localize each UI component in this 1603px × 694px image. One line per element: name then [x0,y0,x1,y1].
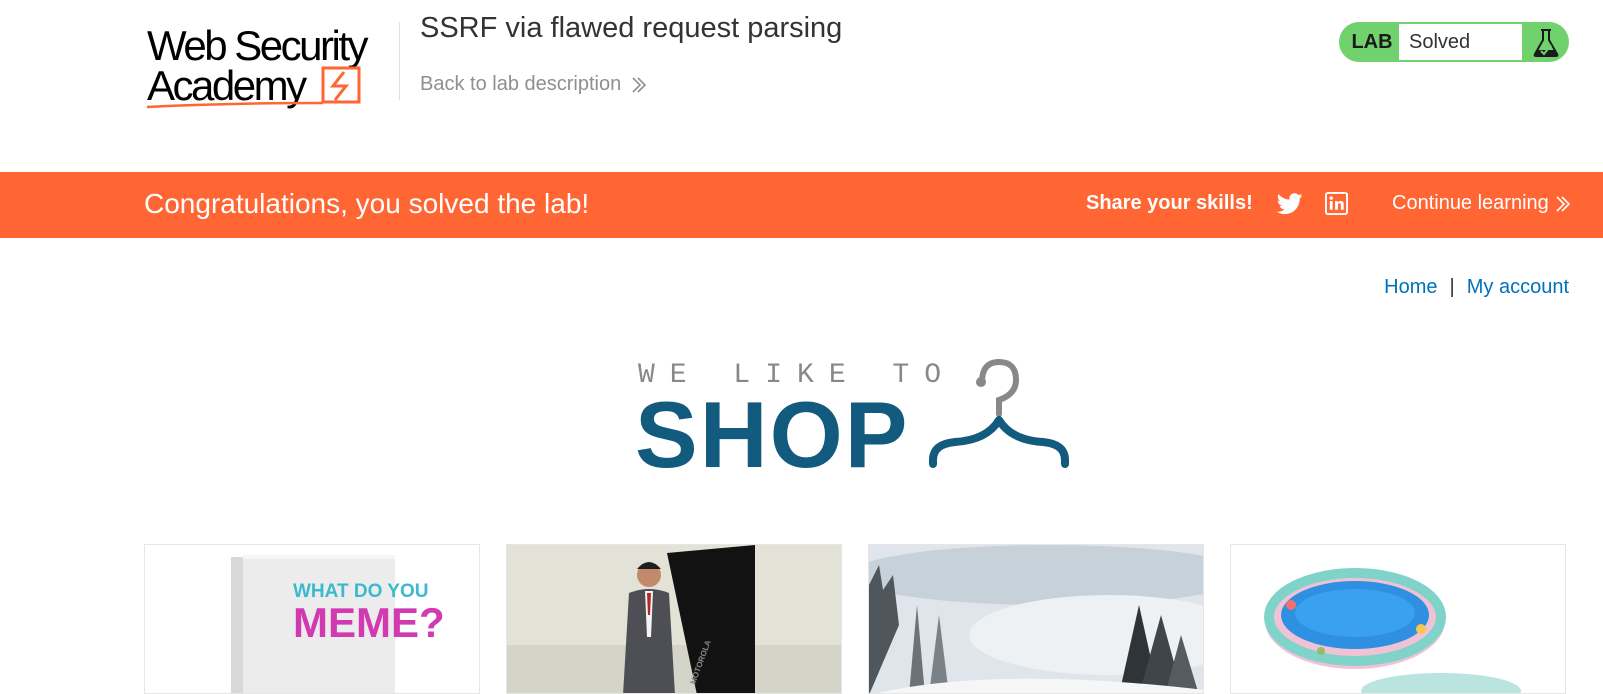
product-card[interactable] [1230,544,1566,694]
back-to-lab-description-link[interactable]: Back to lab description [420,73,647,96]
home-link[interactable]: Home [1384,276,1437,298]
lab-badge: LAB [1351,31,1393,53]
clothes-hanger-icon [929,358,1069,468]
product-card[interactable]: WHAT DO YOU MEME? [144,544,480,694]
continue-learning-link[interactable]: Continue learning [1392,192,1571,215]
shop-hero-banner: WE LIKE TO SHOP [635,358,1085,483]
share-skills-label: Share your skills! [1086,192,1253,214]
lab-title: SSRF via flawed request parsing [420,12,843,44]
twitter-icon[interactable] [1277,193,1303,215]
solved-banner: Congratulations, you solved the lab! Sha… [0,172,1603,238]
lab-status-widget: LAB Solved [1339,22,1569,62]
product-grid: WHAT DO YOU MEME? MOTOROLA [144,544,1567,694]
back-link-label: Back to lab description [420,73,622,95]
continue-learning-label: Continue learning [1392,192,1549,214]
product-card[interactable]: MOTOROLA [506,544,842,694]
chevron-double-right-icon [632,76,647,93]
product-image-figurine-phone[interactable]: MOTOROLA [507,545,842,694]
nav-separator: | [1449,276,1455,298]
top-navigation: Home | My account [1384,276,1569,299]
lab-status-text: Solved [1399,24,1522,60]
my-account-link[interactable]: My account [1467,276,1569,298]
congratulations-message: Congratulations, you solved the lab! [144,188,590,219]
web-security-academy-logo[interactable]: Web Security Academy [147,20,397,112]
product-image-meme-game[interactable]: WHAT DO YOU MEME? [145,545,480,694]
chevron-double-right-icon [1556,195,1570,212]
product-card[interactable] [868,544,1204,694]
logo-divider [399,22,400,100]
flask-icon [1522,22,1569,62]
linkedin-icon[interactable] [1325,192,1348,215]
hero-title: SHOP [635,382,910,487]
lab-header: Web Security Academy SSRF via flawed req… [0,0,1603,172]
product-image-paddling-pool[interactable] [1231,545,1566,694]
product-image-snowy-forest[interactable] [869,545,1204,694]
meme-box-text-bottom: MEME? [293,599,445,646]
